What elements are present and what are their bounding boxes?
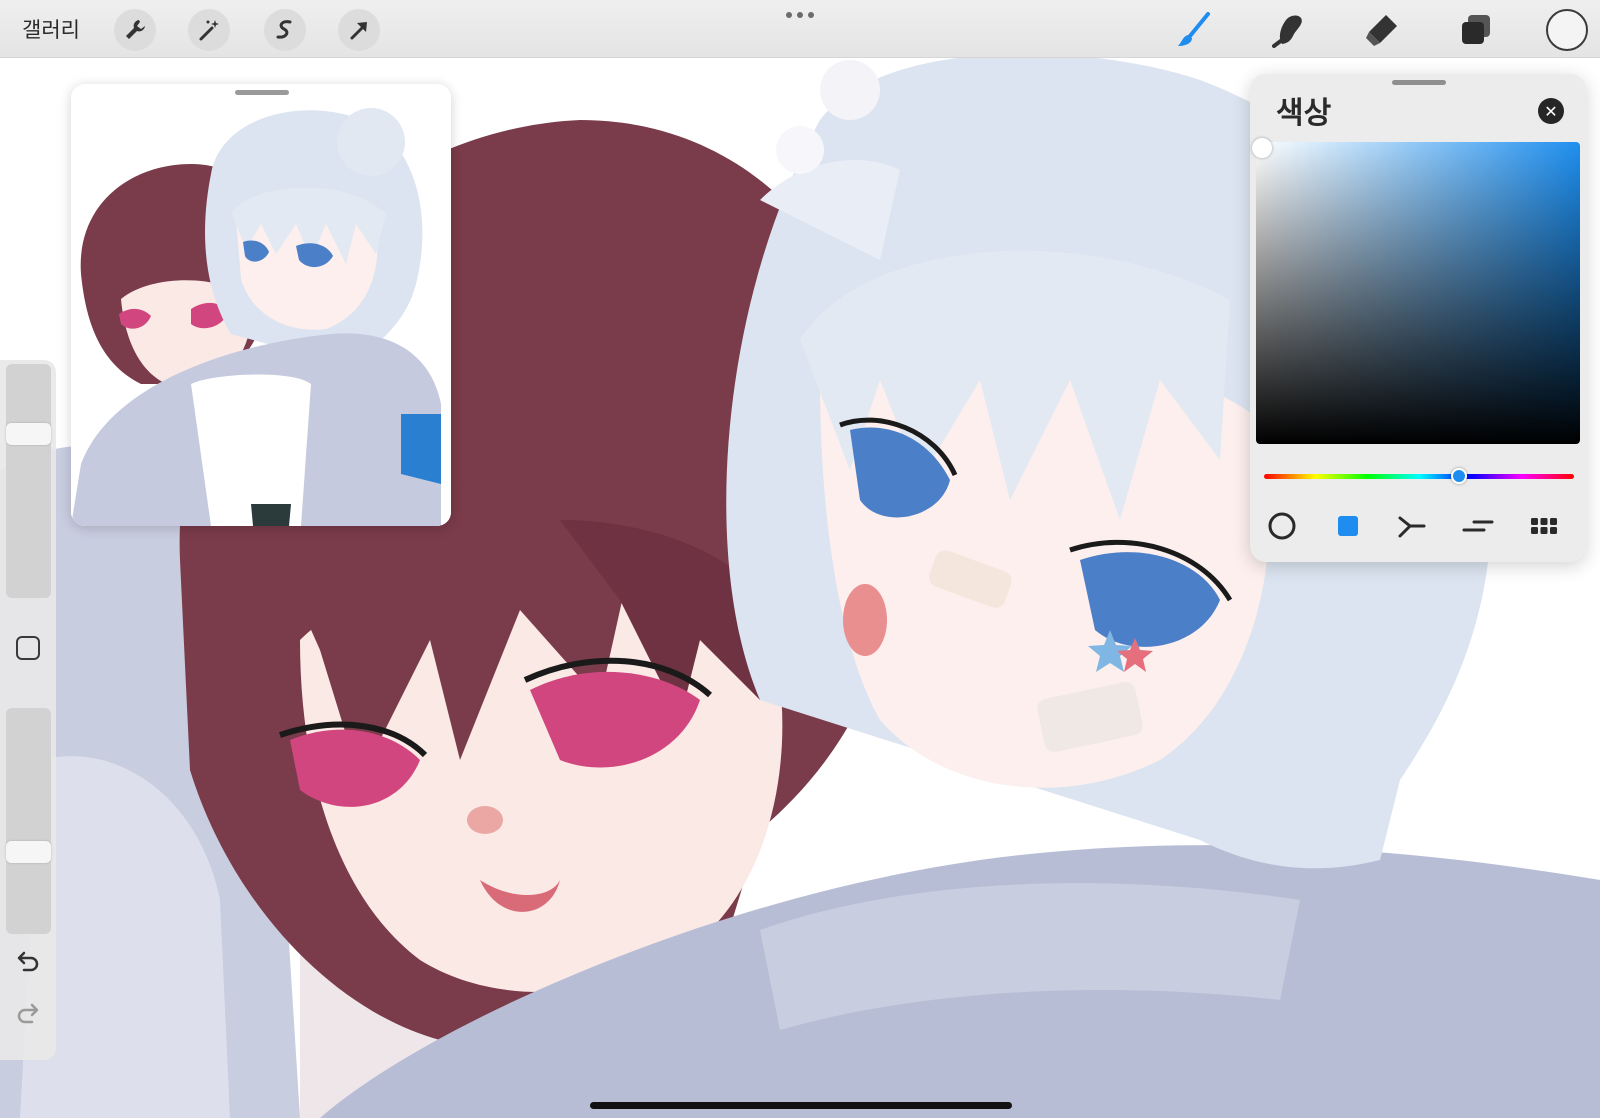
layers-icon <box>1462 15 1490 44</box>
opacity-slider[interactable] <box>6 708 51 934</box>
adjustments-button[interactable] <box>188 9 230 51</box>
gallery-button[interactable]: 갤러리 <box>22 14 80 44</box>
harmony-icon <box>1398 516 1426 538</box>
dot-icon <box>797 12 803 18</box>
brush-icon <box>1178 12 1210 46</box>
more-options-button[interactable] <box>786 12 814 18</box>
undo-icon <box>17 951 39 972</box>
color-picker-knob[interactable] <box>1252 138 1272 158</box>
saturation-brightness-picker[interactable] <box>1252 138 1580 444</box>
value-icon <box>1462 520 1494 532</box>
panel-drag-handle[interactable] <box>1392 80 1446 85</box>
hue-slider-knob[interactable] <box>1451 468 1468 484</box>
close-icon: ✕ <box>1544 101 1558 121</box>
eraser-button[interactable] <box>1360 8 1404 52</box>
left-sidebar <box>0 360 56 1060</box>
panel-title: 색상 <box>1276 96 1332 131</box>
tab-palettes[interactable] <box>1524 506 1564 546</box>
smudge-button[interactable] <box>1266 8 1310 52</box>
color-panel: 색상 ✕ <box>1250 74 1586 562</box>
selection-icon <box>276 20 292 39</box>
tab-harmony[interactable] <box>1392 506 1432 546</box>
reference-drag-handle[interactable] <box>235 90 289 95</box>
redo-icon <box>17 1003 39 1024</box>
layers-button[interactable] <box>1454 8 1498 52</box>
magic-wand-icon <box>199 20 219 41</box>
disc-icon <box>1268 512 1296 540</box>
smudge-icon <box>1272 15 1302 48</box>
top-toolbar: 갤러리 <box>0 0 1600 58</box>
brush-button[interactable] <box>1172 8 1216 52</box>
actions-button[interactable] <box>114 9 156 51</box>
brush-size-knob[interactable] <box>6 423 51 446</box>
home-indicator[interactable] <box>590 1102 1012 1109</box>
selection-button[interactable] <box>264 9 306 51</box>
tab-value[interactable] <box>1458 506 1498 546</box>
modify-button[interactable] <box>16 636 40 660</box>
opacity-knob[interactable] <box>6 840 51 863</box>
classic-icon <box>1338 516 1358 536</box>
wrench-icon <box>126 20 145 39</box>
close-button[interactable]: ✕ <box>1538 98 1564 124</box>
palettes-icon <box>1531 518 1557 534</box>
dot-icon <box>786 12 792 18</box>
reference-window[interactable] <box>71 84 451 526</box>
undo-button[interactable] <box>14 948 42 976</box>
tab-disc[interactable] <box>1262 506 1302 546</box>
reference-image <box>71 84 451 526</box>
tab-classic[interactable] <box>1328 506 1368 546</box>
redo-button[interactable] <box>14 1000 42 1028</box>
color-button[interactable] <box>1546 9 1588 51</box>
transform-arrow-icon <box>350 22 367 40</box>
eraser-icon <box>1366 15 1397 46</box>
brush-size-slider[interactable] <box>6 364 51 598</box>
transform-button[interactable] <box>338 9 380 51</box>
hue-slider[interactable] <box>1264 468 1574 484</box>
dot-icon <box>808 12 814 18</box>
